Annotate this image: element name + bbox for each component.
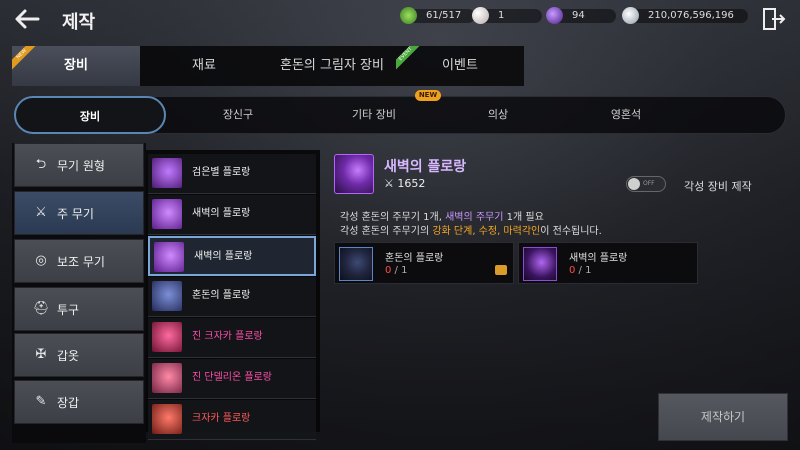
- subtab-equipment[interactable]: 장비: [14, 96, 166, 134]
- top-bar: 제작 61/517 1 94 210,076,596,196: [0, 0, 800, 40]
- craft-button[interactable]: 제작하기: [658, 393, 788, 441]
- material-count: 0 / 1: [385, 265, 408, 276]
- subtab-other-equipment[interactable]: 기타 장비: [311, 97, 437, 133]
- list-item[interactable]: 새벽의 플로랑: [148, 195, 316, 235]
- transfer-text: 각성 혼돈의 주무기의 강화 단계, 수정, 마력각인이 전수됩니다.: [340, 226, 602, 237]
- weapon-thumbnail: [152, 363, 182, 393]
- awakening-toggle[interactable]: OFF: [626, 176, 666, 192]
- requirement-text: 각성 혼돈의 주무기 1개, 새벽의 주무기 1개 필요: [340, 212, 544, 223]
- pearl-icon: [472, 7, 489, 24]
- material-slot[interactable]: 새벽의 플로랑 0 / 1: [518, 242, 698, 284]
- category-armor[interactable]: ✠ 갑옷: [14, 333, 144, 377]
- subtab-accessories[interactable]: 장신구: [175, 97, 301, 133]
- material-count: 0 / 1: [569, 265, 592, 276]
- tab-materials[interactable]: 재료: [140, 46, 268, 86]
- subtab-costume[interactable]: 의상: [435, 97, 561, 133]
- toggle-knob: [628, 178, 640, 190]
- purple-orb-icon: [546, 7, 563, 24]
- subtab-soulstone[interactable]: 영혼석: [563, 97, 689, 133]
- page-title: 제작: [62, 12, 96, 33]
- category-sub-weapon[interactable]: ◎ 보조 무기: [14, 239, 144, 283]
- selected-weapon-image: [334, 154, 374, 194]
- weapon-thumbnail: [152, 322, 182, 352]
- armor-icon: ✠: [35, 347, 47, 362]
- item-detail-panel: 새벽의 플로랑 ⚔ 1652 OFF 각성 장비 제작 각성 혼돈의 주무기 1…: [330, 148, 788, 288]
- category-gloves[interactable]: ✎ 장갑: [14, 380, 144, 424]
- category-main-weapon[interactable]: ⚔ 주 무기: [14, 191, 144, 235]
- currency-purple-orb: 94: [546, 7, 616, 24]
- weapon-thumbnail: [152, 404, 182, 434]
- swap-icon: [495, 265, 507, 275]
- tab-chaos-shadow-equipment[interactable]: 혼돈의 그림자 장비: [268, 46, 396, 86]
- category-helmet[interactable]: ⛑ 투구: [14, 287, 144, 331]
- crossed-swords-icon: ⚔: [35, 205, 47, 220]
- awakening-toggle-label: 각성 장비 제작: [684, 180, 752, 193]
- combat-power: ⚔ 1652: [384, 177, 426, 190]
- material-thumbnail: [339, 247, 373, 281]
- sub-tab-bar: 장비 장신구 기타 장비 NEW 의상 영혼석: [14, 90, 786, 134]
- list-item[interactable]: 크자카 플로랑: [148, 400, 316, 440]
- list-item-selected[interactable]: 새벽의 플로랑: [148, 236, 316, 276]
- weapon-thumbnail: [154, 242, 184, 272]
- currency-silver: 210,076,596,196: [622, 7, 748, 24]
- material-thumbnail: [523, 247, 557, 281]
- weapon-thumbnail: [152, 199, 182, 229]
- ring-icon: ◎: [35, 253, 47, 268]
- glove-icon: ✎: [35, 394, 47, 409]
- list-item[interactable]: 검은별 플로랑: [148, 154, 316, 194]
- new-ribbon: NEW: [12, 46, 36, 70]
- event-ribbon: EVENT: [396, 46, 420, 70]
- main-tab-bar: 장비 재료 혼돈의 그림자 장비 이벤트 NEW EVENT: [12, 46, 524, 86]
- currency-pearl: 1: [472, 7, 542, 24]
- weapon-thumbnail: [152, 158, 182, 188]
- helmet-icon: ⛑: [33, 301, 50, 316]
- silver-coin-icon: [622, 7, 639, 24]
- list-item[interactable]: 진 단델리온 플로랑: [148, 359, 316, 399]
- category-weapon-prototype[interactable]: ⮌ 무기 원형: [14, 143, 144, 187]
- exit-door-icon[interactable]: [760, 6, 786, 32]
- weapon-thumbnail: [152, 281, 182, 311]
- return-arrow-icon: ⮌: [35, 157, 47, 172]
- crossed-swords-icon: ⚔: [384, 177, 394, 190]
- green-gem-icon: [400, 7, 417, 24]
- currency-green-gem: 61/517: [400, 7, 475, 24]
- item-list: 검은별 플로랑 새벽의 플로랑 새벽의 플로랑 혼돈의 플로랑 진 크자카 플로…: [146, 150, 320, 440]
- category-list: ⮌ 무기 원형 ⚔ 주 무기 ◎ 보조 무기 ⛑ 투구 ✠ 갑옷 ✎ 장갑: [12, 143, 146, 443]
- item-name: 새벽의 플로랑: [384, 159, 467, 175]
- list-item[interactable]: 진 크자카 플로랑: [148, 318, 316, 358]
- material-slot[interactable]: 혼돈의 플로랑 0 / 1: [334, 242, 514, 284]
- list-item[interactable]: 혼돈의 플로랑: [148, 277, 316, 317]
- back-arrow-icon[interactable]: [12, 6, 42, 32]
